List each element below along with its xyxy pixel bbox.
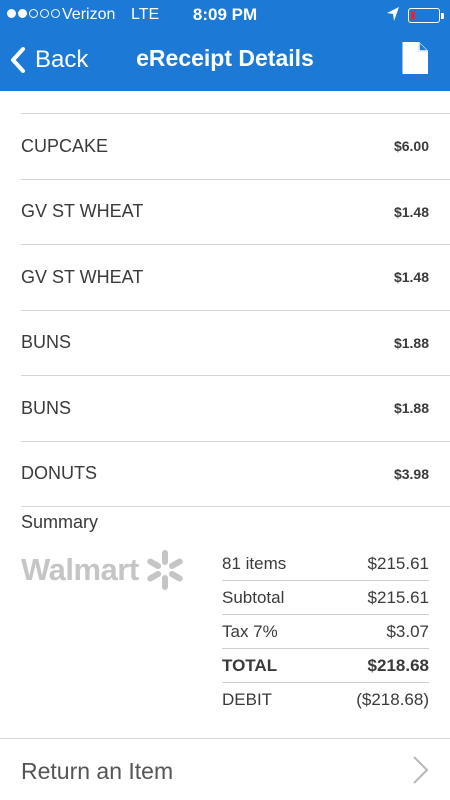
summary-row: Subtotal $215.61: [222, 581, 429, 615]
summary-heading: Summary: [21, 512, 99, 532]
summary-value: $215.61: [367, 553, 429, 573]
summary-value: $218.68: [367, 655, 429, 675]
battery-tip: [441, 13, 444, 19]
summary-row: DEBIT ($218.68): [222, 683, 429, 717]
summary-row: Tax 7% $3.07: [222, 615, 429, 649]
document-icon[interactable]: [401, 41, 429, 75]
return-item-button[interactable]: Return an Item: [0, 738, 450, 800]
walmart-logo: Walmart: [21, 548, 201, 592]
back-label: Back: [35, 46, 89, 73]
summary-row: 81 items $215.61: [222, 547, 429, 581]
summary-value: $3.07: [386, 621, 429, 641]
item-name: DONUTS: [21, 463, 97, 484]
item-price: $6.00: [393, 138, 429, 155]
walmart-spark-icon: [146, 550, 183, 590]
item-name: GV ST WHEAT: [21, 201, 144, 222]
summary-table: 81 items $215.61 Subtotal $215.61 Tax 7% $3.0…: [222, 547, 429, 717]
top-bar: Verizon LTE 8:09 PM Back eReceipt Detail…: [0, 0, 450, 91]
receipt-item-row: GV ST WHEAT $1.48: [21, 245, 450, 311]
summary-value: ($218.68): [356, 690, 429, 709]
status-time: 8:09 PM: [192, 5, 258, 24]
summary-label: 81 items: [222, 553, 287, 573]
receipt-item-row: GV ST WHEAT $1.48: [21, 180, 450, 245]
item-price: $3.98: [393, 465, 429, 482]
item-price: $1.88: [393, 400, 429, 417]
navigation-bar: Back eReceipt Details: [0, 30, 450, 91]
summary-value: $215.61: [367, 587, 429, 607]
status-bar: Verizon LTE 8:09 PM: [0, 0, 450, 30]
summary-row: TOTAL $218.68: [222, 649, 429, 683]
chevron-left-icon: [11, 47, 25, 73]
item-price: $1.48: [393, 203, 429, 220]
item-name: GV ST WHEAT: [21, 266, 144, 287]
item-name: BUNS: [21, 397, 72, 418]
battery-icon: [408, 8, 444, 23]
item-name: CUPCAKE: [21, 135, 109, 156]
back-button[interactable]: Back: [10, 42, 88, 78]
item-price: $1.48: [393, 269, 429, 286]
summary-label: Subtotal: [222, 587, 285, 607]
receipt-item-row: BUNS $1.88: [21, 311, 450, 376]
item-name: BUNS: [21, 332, 72, 353]
receipt-item-row: CUPCAKE $6.00: [21, 114, 450, 180]
summary-label: DEBIT: [222, 690, 273, 709]
return-item-label: Return an Item: [21, 758, 174, 784]
battery-level: [411, 11, 415, 19]
summary-label: Tax 7%: [222, 621, 278, 641]
item-price: $1.88: [393, 334, 429, 351]
summary-label: TOTAL: [222, 655, 278, 675]
receipt-item-row: BUNS $1.88: [21, 376, 450, 442]
receipt-items-list: CUPCAKE $6.00 GV ST WHEAT $1.48 GV ST WHEAT $…: [21, 113, 450, 507]
logo-wordmark: Walmart: [21, 552, 139, 587]
receipt-item-row: DONUTS $3.98: [21, 442, 450, 507]
chevron-right-icon: [413, 756, 429, 784]
location-arrow-icon: [387, 7, 399, 21]
